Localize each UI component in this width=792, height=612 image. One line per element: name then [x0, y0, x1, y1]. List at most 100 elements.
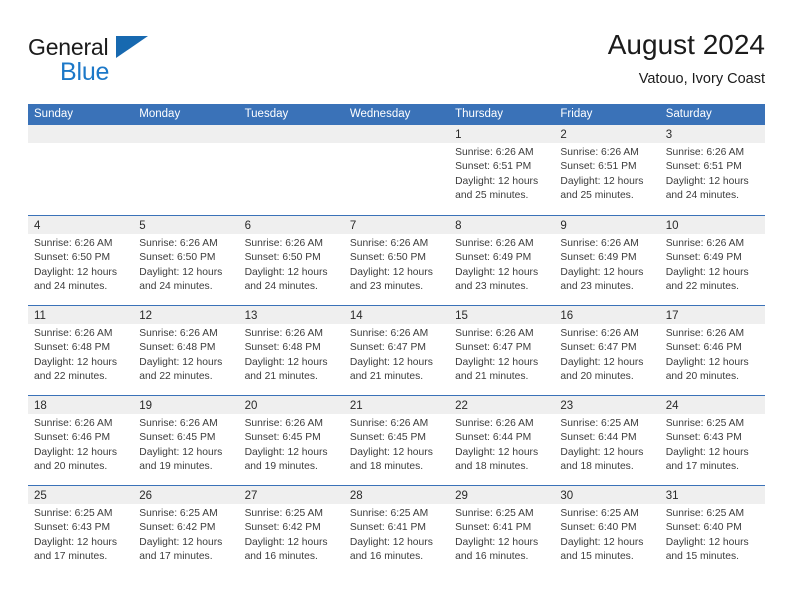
calendar-cell-empty: [28, 125, 134, 215]
sunset-text: Sunset: 6:45 PM: [139, 432, 216, 444]
daylight-text-line2: and 20 minutes.: [665, 371, 739, 383]
calendar-cell-day[interactable]: 30 Sunrise: 6:25 AM Sunset: 6:40 PM Dayligh…: [554, 486, 660, 575]
calendar-cell-day[interactable]: 6 Sunrise: 6:26 AM Sunset: 6:50 PM Daylight…: [238, 216, 344, 305]
day-number-band: 29: [449, 486, 555, 504]
calendar-cell-day[interactable]: 19 Sunrise: 6:26 AM Sunset: 6:45 PM Dayligh…: [133, 396, 239, 485]
day-number-band: 11: [28, 306, 134, 324]
weekday-header-row: Sunday Monday Tuesday Wednesday Thursday Frid…: [28, 104, 765, 125]
title-block: August 2024 Vatouo, Ivory Coast: [608, 28, 765, 90]
calendar-cell-day[interactable]: 24 Sunrise: 6:25 AM Sunset: 6:43 PM Dayligh…: [659, 396, 765, 485]
sunset-text: Sunset: 6:49 PM: [560, 252, 637, 264]
calendar-cell-day[interactable]: 31 Sunrise: 6:25 AM Sunset: 6:40 PM Dayligh…: [659, 486, 765, 575]
calendar-cell-day[interactable]: 23 Sunrise: 6:25 AM Sunset: 6:44 PM Dayligh…: [554, 396, 660, 485]
day-number-band: 2: [554, 125, 660, 143]
calendar-cell-day[interactable]: 1 Sunrise: 6:26 AM Sunset: 6:51 PM Daylight…: [449, 125, 555, 215]
daylight-text-line2: and 24 minutes.: [139, 281, 213, 293]
weekday-header-tuesday: Tuesday: [244, 108, 289, 120]
daylight-text-line2: and 25 minutes.: [560, 190, 634, 202]
sunset-text: Sunset: 6:50 PM: [34, 252, 111, 264]
sunset-text: Sunset: 6:46 PM: [34, 432, 111, 444]
day-number-band: 16: [554, 306, 660, 324]
sunrise-text: Sunrise: 6:26 AM: [455, 328, 534, 339]
calendar-cell-day[interactable]: 9 Sunrise: 6:26 AM Sunset: 6:49 PM Daylight…: [554, 216, 660, 305]
weekday-header-saturday: Saturday: [665, 108, 712, 120]
day-details: Sunrise: 6:26 AM Sunset: 6:48 PM Daylight:…: [133, 324, 238, 385]
day-details: Sunrise: 6:25 AM Sunset: 6:43 PM Daylight:…: [660, 414, 765, 475]
sunset-text: Sunset: 6:51 PM: [455, 161, 532, 173]
sunrise-text: Sunrise: 6:26 AM: [34, 418, 113, 429]
calendar-cell-day[interactable]: 14 Sunrise: 6:26 AM Sunset: 6:47 PM Dayligh…: [343, 306, 450, 395]
sunrise-text: Sunrise: 6:26 AM: [34, 238, 113, 249]
calendar-cell-day[interactable]: 20 Sunrise: 6:26 AM Sunset: 6:45 PM Dayligh…: [238, 396, 344, 485]
general-blue-logo[interactable]: General Blue: [28, 34, 228, 90]
daylight-text-line1: Daylight: 12 hours: [34, 356, 117, 368]
day-number: 31: [665, 490, 679, 502]
daylight-text-line1: Daylight: 12 hours: [455, 175, 539, 187]
day-details: Sunrise: 6:26 AM Sunset: 6:48 PM Daylight:…: [28, 324, 133, 385]
calendar-week-row: 4 Sunrise: 6:26 AM Sunset: 6:50 PM Daylight…: [28, 215, 765, 305]
day-number: 9: [560, 220, 567, 232]
calendar-cell-day[interactable]: 8 Sunrise: 6:26 AM Sunset: 6:49 PM Daylight…: [449, 216, 555, 305]
calendar-cell-day[interactable]: 26 Sunrise: 6:25 AM Sunset: 6:42 PM Dayligh…: [133, 486, 239, 575]
day-number-band: 15: [449, 306, 555, 324]
calendar-cell-day[interactable]: 29 Sunrise: 6:25 AM Sunset: 6:41 PM Dayligh…: [449, 486, 555, 575]
calendar-cell-day[interactable]: 18 Sunrise: 6:26 AM Sunset: 6:46 PM Dayligh…: [28, 396, 134, 485]
sunset-text: Sunset: 6:48 PM: [244, 342, 321, 354]
calendar-cell-day[interactable]: 25 Sunrise: 6:25 AM Sunset: 6:43 PM Dayligh…: [28, 486, 134, 575]
day-details: Sunrise: 6:25 AM Sunset: 6:40 PM Daylight:…: [554, 504, 659, 565]
calendar-cell-day[interactable]: 2 Sunrise: 6:26 AM Sunset: 6:51 PM Daylight…: [554, 125, 660, 215]
day-details: Sunrise: 6:26 AM Sunset: 6:45 PM Daylight:…: [344, 414, 449, 475]
day-number: 8: [455, 220, 462, 232]
sunrise-text: Sunrise: 6:26 AM: [139, 238, 218, 249]
day-number: 22: [455, 400, 468, 412]
sunrise-text: Sunrise: 6:26 AM: [665, 328, 745, 339]
daylight-text-line1: Daylight: 12 hours: [455, 356, 539, 368]
day-number: 12: [139, 310, 153, 322]
day-number-band: 3: [659, 125, 765, 143]
day-details: Sunrise: 6:26 AM Sunset: 6:47 PM Daylight:…: [344, 324, 449, 385]
day-number: 10: [665, 220, 679, 232]
day-number-band: 12: [133, 306, 239, 324]
daylight-text-line2: and 23 minutes.: [455, 281, 529, 293]
sunset-text: Sunset: 6:44 PM: [455, 432, 532, 444]
calendar-cell-day[interactable]: 16 Sunrise: 6:26 AM Sunset: 6:47 PM Dayligh…: [554, 306, 660, 395]
day-number: 3: [665, 129, 673, 141]
calendar-week-row: 11 Sunrise: 6:26 AM Sunset: 6:48 PM Dayligh…: [28, 305, 765, 395]
daylight-text-line2: and 23 minutes.: [560, 281, 634, 293]
calendar-cell-day[interactable]: 4 Sunrise: 6:26 AM Sunset: 6:50 PM Daylight…: [28, 216, 134, 305]
daylight-text-line1: Daylight: 12 hours: [455, 266, 539, 278]
sunrise-text: Sunrise: 6:26 AM: [244, 418, 323, 429]
calendar-cell-day[interactable]: 21 Sunrise: 6:26 AM Sunset: 6:45 PM Dayligh…: [343, 396, 450, 485]
sunset-text: Sunset: 6:40 PM: [665, 522, 742, 534]
calendar-cell-day[interactable]: 3 Sunrise: 6:26 AM Sunset: 6:51 PM Daylight…: [659, 125, 765, 215]
calendar-cell-day[interactable]: 11 Sunrise: 6:26 AM Sunset: 6:48 PM Dayligh…: [28, 306, 134, 395]
calendar-cell-day[interactable]: 5 Sunrise: 6:26 AM Sunset: 6:50 PM Daylight…: [133, 216, 239, 305]
calendar-cell-day[interactable]: 10 Sunrise: 6:26 AM Sunset: 6:49 PM Dayligh…: [659, 216, 765, 305]
sunset-text: Sunset: 6:41 PM: [349, 522, 426, 534]
calendar-cell-day[interactable]: 17 Sunrise: 6:26 AM Sunset: 6:46 PM Dayligh…: [659, 306, 765, 395]
day-number-band: 21: [343, 396, 450, 414]
logo-word-blue: Blue: [60, 58, 110, 86]
sunset-text: Sunset: 6:47 PM: [349, 342, 426, 354]
day-details: Sunrise: 6:26 AM Sunset: 6:50 PM Daylight:…: [133, 234, 238, 295]
day-number: 25: [34, 490, 47, 502]
sunset-text: Sunset: 6:47 PM: [560, 342, 637, 354]
daylight-text-line1: Daylight: 12 hours: [455, 536, 539, 548]
calendar-cell-day[interactable]: 12 Sunrise: 6:26 AM Sunset: 6:48 PM Dayligh…: [133, 306, 239, 395]
calendar-cell-day[interactable]: 28 Sunrise: 6:25 AM Sunset: 6:41 PM Dayligh…: [343, 486, 450, 575]
day-number-band: 8: [449, 216, 555, 234]
sunrise-text: Sunrise: 6:25 AM: [244, 508, 323, 519]
day-details: Sunrise: 6:26 AM Sunset: 6:51 PM Daylight:…: [660, 143, 765, 204]
calendar-cell-day[interactable]: 22 Sunrise: 6:26 AM Sunset: 6:44 PM Dayligh…: [449, 396, 555, 485]
calendar-cell-day[interactable]: 13 Sunrise: 6:26 AM Sunset: 6:48 PM Dayligh…: [238, 306, 344, 395]
weekday-header-thursday: Thursday: [455, 108, 504, 120]
calendar-cell-day[interactable]: 27 Sunrise: 6:25 AM Sunset: 6:42 PM Dayligh…: [238, 486, 344, 575]
day-details: Sunrise: 6:25 AM Sunset: 6:41 PM Daylight:…: [344, 504, 449, 565]
calendar-cell-day[interactable]: 7 Sunrise: 6:26 AM Sunset: 6:50 PM Daylight…: [343, 216, 450, 305]
day-number: 11: [34, 310, 46, 322]
daylight-text-line1: Daylight: 12 hours: [139, 446, 223, 458]
weekday-header-sunday: Sunday: [34, 108, 74, 120]
day-details: Sunrise: 6:26 AM Sunset: 6:46 PM Daylight:…: [28, 414, 133, 475]
calendar-cell-day[interactable]: 15 Sunrise: 6:26 AM Sunset: 6:47 PM Dayligh…: [449, 306, 555, 395]
day-number-band: 1: [449, 125, 555, 143]
